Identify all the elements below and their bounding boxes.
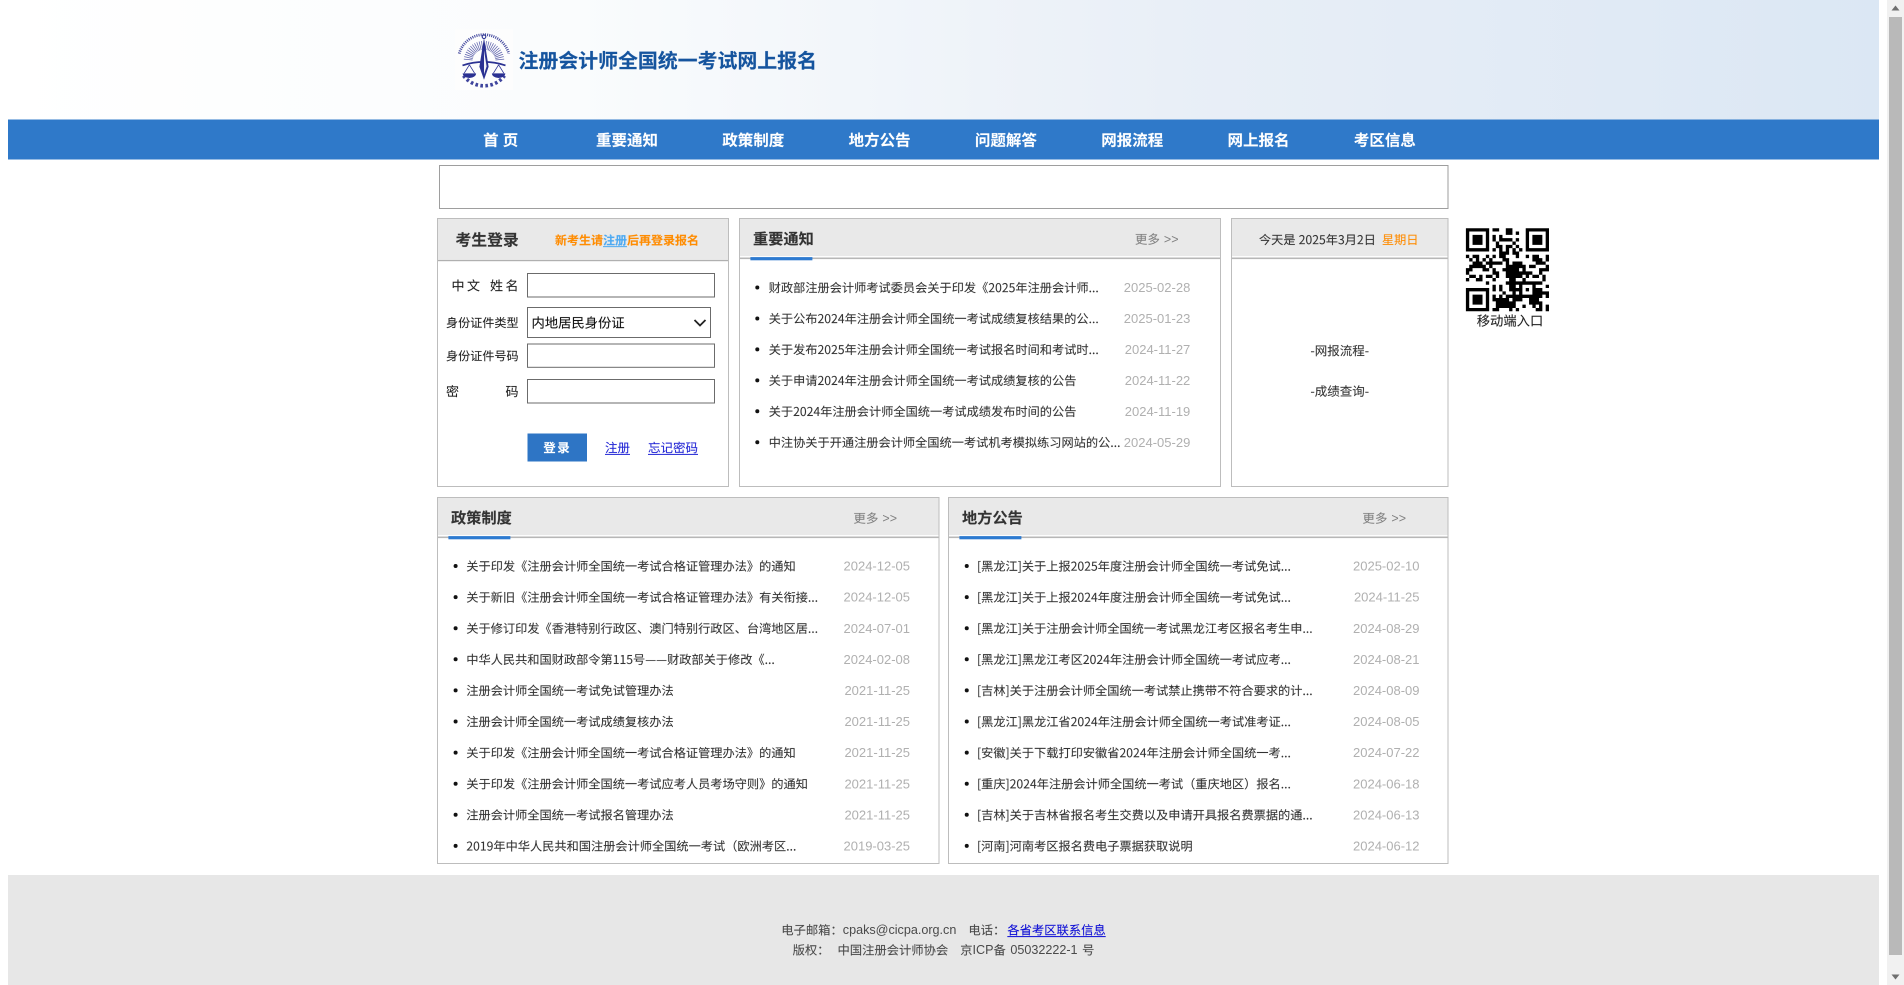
svg-text:2024-11-25: 2024-11-25 [1354,590,1420,605]
svg-text:2025-01-23: 2025-01-23 [1124,311,1191,326]
svg-text:2024-08-29: 2024-08-29 [1353,621,1420,636]
svg-text:2024-07-22: 2024-07-22 [1353,745,1420,760]
svg-text:2024-07-01: 2024-07-01 [844,621,911,636]
svg-text:2024-08-05: 2024-08-05 [1353,714,1420,729]
svg-text:2021-11-25: 2021-11-25 [844,776,910,791]
svg-text:ICP: ICP [973,943,994,957]
svg-text:05032222-1: 05032222-1 [1010,943,1077,957]
svg-text:>>: >> [1164,232,1179,246]
svg-text:>>: >> [882,511,897,525]
svg-text:2024-06-13: 2024-06-13 [1353,807,1420,822]
svg-text:2025-02-10: 2025-02-10 [1353,559,1420,574]
svg-text:2024-11-27: 2024-11-27 [1125,342,1191,357]
svg-text:2024-08-21: 2024-08-21 [1353,652,1420,667]
svg-text:2024-11-19: 2024-11-19 [1125,404,1191,419]
svg-text:2021-11-25: 2021-11-25 [844,745,910,760]
svg-text:2024-05-29: 2024-05-29 [1124,435,1191,450]
svg-text:2024-08-09: 2024-08-09 [1353,683,1420,698]
svg-text:2021-11-25: 2021-11-25 [844,807,910,822]
svg-text:2024-06-12: 2024-06-12 [1353,838,1420,853]
svg-text:>>: >> [1391,511,1406,525]
svg-text:2019-03-25: 2019-03-25 [844,838,911,853]
svg-text:2024-11-22: 2024-11-22 [1125,373,1191,388]
svg-text:2024-12-05: 2024-12-05 [844,559,911,574]
svg-text:2021-11-25: 2021-11-25 [844,683,910,698]
svg-text:2024-06-18: 2024-06-18 [1353,776,1420,791]
svg-text:2021-11-25: 2021-11-25 [844,714,910,729]
svg-text:2024-12-05: 2024-12-05 [844,590,911,605]
svg-text:cpaks@cicpa.org.cn: cpaks@cicpa.org.cn [843,923,957,937]
svg-text:2025-02-28: 2025-02-28 [1124,280,1191,295]
svg-text:2024-02-08: 2024-02-08 [844,652,911,667]
